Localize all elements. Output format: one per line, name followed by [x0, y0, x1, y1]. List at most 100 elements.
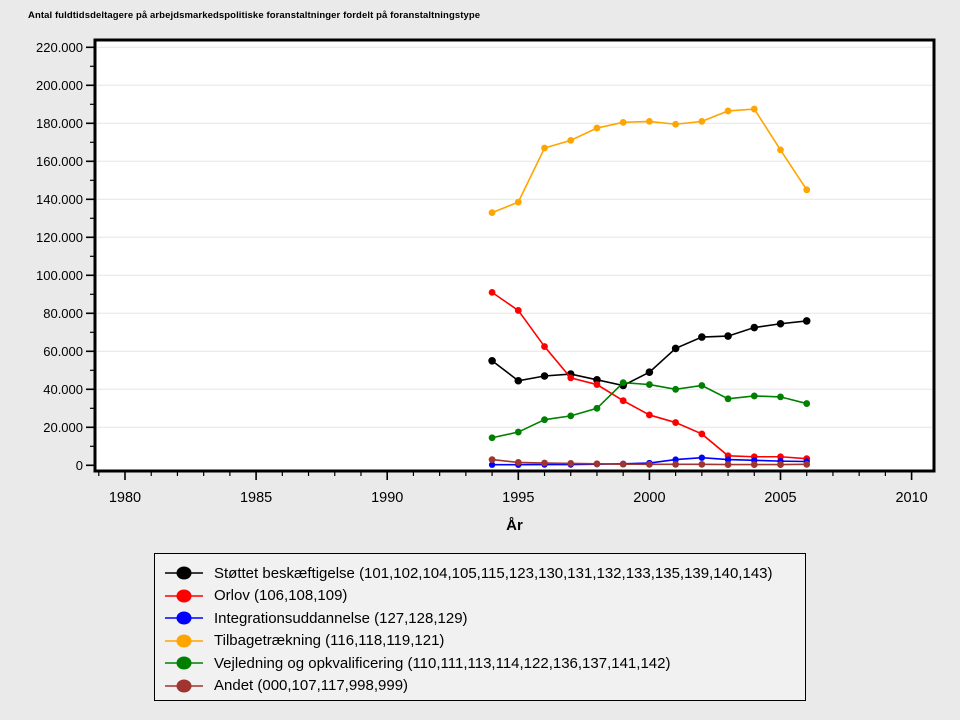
legend-item-label: Orlov (106,108,109)	[214, 587, 347, 604]
data-point-marker-icon	[515, 307, 522, 314]
legend-marker-dot-icon	[177, 567, 192, 580]
legend-marker-icon	[163, 564, 205, 582]
y-tick-label: 220.000	[36, 40, 83, 55]
legend-item-label: Støttet beskæftigelse (101,102,104,105,1…	[214, 565, 773, 582]
data-point-marker-icon	[698, 333, 706, 341]
data-point-marker-icon	[515, 199, 522, 206]
legend-marker-icon	[163, 587, 205, 605]
data-point-marker-icon	[803, 186, 810, 193]
data-point-marker-icon	[515, 377, 523, 385]
x-tick-label: 1990	[371, 490, 403, 506]
x-axis-label: År	[506, 517, 523, 534]
legend-marker-icon	[163, 609, 205, 627]
data-point-marker-icon	[777, 394, 784, 401]
legend-item: Støttet beskæftigelse (101,102,104,105,1…	[163, 562, 805, 585]
legend-item: Tilbagetrækning (116,118,119,121)	[163, 630, 805, 653]
data-point-marker-icon	[489, 289, 496, 296]
data-point-marker-icon	[515, 429, 522, 436]
data-point-marker-icon	[620, 461, 627, 468]
data-point-marker-icon	[515, 459, 522, 466]
y-tick-label: 180.000	[36, 116, 83, 131]
data-point-marker-icon	[672, 345, 680, 353]
legend-marker-dot-icon	[177, 657, 192, 670]
data-point-marker-icon	[489, 434, 496, 441]
legend-item-label: Integrationsuddannelse (127,128,129)	[214, 610, 468, 627]
y-tick-label: 20.000	[43, 420, 83, 435]
data-point-marker-icon	[724, 332, 732, 340]
x-tick-label: 2000	[633, 490, 665, 506]
data-point-marker-icon	[698, 461, 705, 468]
data-point-marker-icon	[489, 456, 496, 463]
data-point-marker-icon	[489, 209, 496, 216]
legend-marker-icon	[163, 632, 205, 650]
y-tick-label: 40.000	[43, 382, 83, 397]
legend-marker-dot-icon	[177, 679, 192, 692]
data-point-marker-icon	[594, 125, 601, 132]
data-point-marker-icon	[777, 320, 785, 328]
y-tick-label: 200.000	[36, 78, 83, 93]
data-point-marker-icon	[725, 395, 732, 402]
legend-item: Orlov (106,108,109)	[163, 585, 805, 608]
data-point-marker-icon	[725, 108, 732, 115]
data-point-marker-icon	[620, 119, 627, 126]
legend-item: Integrationsuddannelse (127,128,129)	[163, 607, 805, 630]
x-tick-label: 1985	[240, 490, 272, 506]
data-point-marker-icon	[672, 419, 679, 426]
data-point-marker-icon	[803, 461, 810, 468]
y-tick-label: 100.000	[36, 268, 83, 283]
legend-marker-dot-icon	[177, 634, 192, 647]
data-point-marker-icon	[488, 357, 496, 365]
data-point-marker-icon	[541, 460, 548, 467]
legend-item-label: Andet (000,107,117,998,999)	[214, 677, 408, 694]
y-tick-label: 140.000	[36, 192, 83, 207]
data-point-marker-icon	[698, 118, 705, 125]
data-point-marker-icon	[567, 375, 574, 382]
data-point-marker-icon	[646, 118, 653, 125]
data-point-marker-icon	[567, 460, 574, 467]
legend-marker-dot-icon	[177, 589, 192, 602]
x-tick-label: 1980	[109, 490, 141, 506]
data-point-marker-icon	[698, 431, 705, 438]
data-point-marker-icon	[594, 460, 601, 467]
data-point-marker-icon	[567, 413, 574, 420]
y-tick-label: 60.000	[43, 344, 83, 359]
data-point-marker-icon	[594, 405, 601, 412]
legend-item: Andet (000,107,117,998,999)	[163, 675, 805, 698]
data-point-marker-icon	[646, 412, 653, 419]
data-point-marker-icon	[594, 381, 601, 388]
y-tick-label: 80.000	[43, 306, 83, 321]
x-tick-label: 2010	[895, 490, 927, 506]
data-point-marker-icon	[567, 137, 574, 144]
data-point-marker-icon	[541, 416, 548, 423]
data-point-marker-icon	[646, 381, 653, 388]
y-tick-label: 0	[76, 458, 83, 473]
data-point-marker-icon	[803, 317, 811, 325]
legend-marker-icon	[163, 654, 205, 672]
line-chart-canvas: 0 20.000 40.000 60.000 80.000 100.000 120.000 1…	[0, 0, 960, 545]
y-tick-label: 160.000	[36, 154, 83, 169]
y-tick-label: 120.000	[36, 230, 83, 245]
data-point-marker-icon	[699, 455, 705, 461]
legend-marker-dot-icon	[177, 612, 192, 625]
data-point-marker-icon	[620, 397, 627, 404]
data-point-marker-icon	[672, 121, 679, 128]
data-point-marker-icon	[698, 382, 705, 389]
legend-item: Vejledning og opkvalificering (110,111,1…	[163, 652, 805, 675]
data-point-marker-icon	[672, 386, 679, 393]
data-point-marker-icon	[803, 400, 810, 407]
data-point-marker-icon	[646, 461, 653, 468]
data-point-marker-icon	[777, 147, 784, 154]
data-point-marker-icon	[725, 461, 732, 468]
data-point-marker-icon	[541, 372, 549, 380]
data-point-marker-icon	[541, 343, 548, 350]
legend-item-label: Tilbagetrækning (116,118,119,121)	[214, 632, 444, 649]
data-point-marker-icon	[646, 368, 654, 376]
legend-marker-icon	[163, 677, 205, 695]
legend-item-label: Vejledning og opkvalificering (110,111,1…	[214, 655, 670, 672]
data-point-marker-icon	[541, 145, 548, 152]
chart-legend: Støttet beskæftigelse (101,102,104,105,1…	[154, 553, 806, 701]
data-point-marker-icon	[751, 106, 758, 113]
data-point-marker-icon	[620, 379, 627, 386]
data-point-marker-icon	[751, 393, 758, 400]
x-tick-label: 2005	[764, 490, 796, 506]
